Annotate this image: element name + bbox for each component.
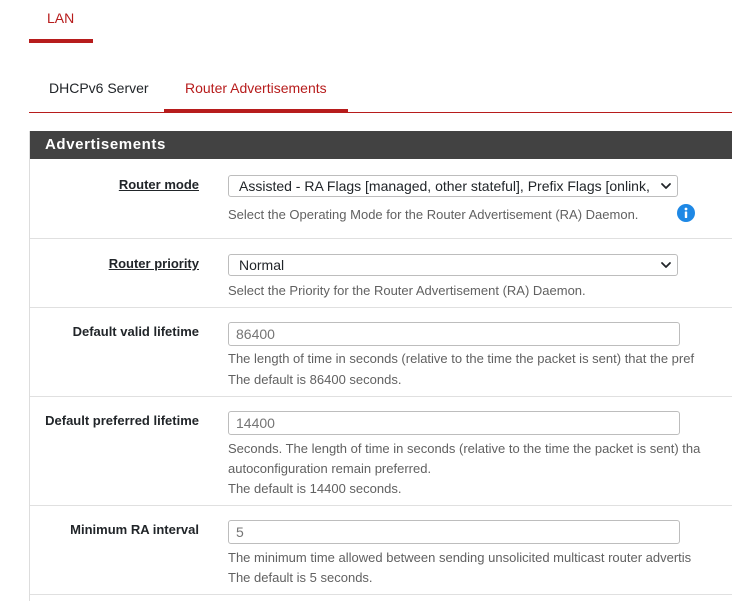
router-priority-help: Select the Priority for the Router Adver…: [228, 283, 586, 298]
default-preferred-lifetime-input[interactable]: 14400: [228, 411, 680, 435]
router-priority-label[interactable]: Router priority: [109, 256, 199, 271]
router-mode-select[interactable]: Assisted - RA Flags [managed, other stat…: [228, 175, 678, 197]
minimum-ra-interval-help-1: The minimum time allowed between sending…: [228, 550, 692, 565]
chevron-down-icon: [661, 183, 671, 189]
minimum-ra-interval-input[interactable]: 5: [228, 520, 680, 544]
default-preferred-lifetime-help-3: The default is 14400 seconds.: [228, 481, 402, 496]
router-mode-value: Assisted - RA Flags [managed, other stat…: [239, 178, 654, 194]
minimum-ra-interval-label: Minimum RA interval: [70, 522, 199, 537]
default-valid-lifetime-placeholder: 86400: [236, 326, 275, 342]
default-preferred-lifetime-label: Default preferred lifetime: [45, 413, 199, 428]
router-mode-help: Select the Operating Mode for the Router…: [228, 207, 639, 222]
default-valid-lifetime-help-1: The length of time in seconds (relative …: [228, 351, 695, 366]
default-preferred-lifetime-row: Default preferred lifetime 14400 Seconds…: [30, 397, 732, 506]
tab-dhcpv6-server-label: DHCPv6 Server: [49, 80, 149, 96]
router-mode-row: Router mode Assisted - RA Flags [managed…: [30, 159, 732, 239]
tab-router-advertisements[interactable]: Router Advertisements: [164, 70, 348, 113]
default-valid-lifetime-row: Default valid lifetime 86400 The length …: [30, 308, 732, 397]
active-subtab-indicator: [164, 109, 348, 113]
router-mode-label[interactable]: Router mode: [119, 177, 199, 192]
advertisements-panel: Advertisements Router mode Assisted - RA…: [29, 131, 732, 601]
info-circle-icon[interactable]: [677, 204, 695, 222]
tab-lan-label: LAN: [47, 10, 75, 26]
default-valid-lifetime-label: Default valid lifetime: [72, 324, 199, 339]
default-preferred-lifetime-help-2: autoconfiguration remain preferred.: [228, 461, 432, 476]
router-priority-select[interactable]: Normal: [228, 254, 678, 276]
tab-lan[interactable]: LAN: [29, 0, 93, 43]
minimum-ra-interval-placeholder: 5: [236, 524, 244, 540]
minimum-ra-interval-help-2: The default is 5 seconds.: [228, 570, 373, 585]
router-priority-row: Router priority Normal Select the Priori…: [30, 239, 732, 308]
default-valid-lifetime-help-2: The default is 86400 seconds.: [228, 372, 402, 387]
router-priority-value: Normal: [239, 257, 285, 273]
minimum-ra-interval-row: Minimum RA interval 5 The minimum time a…: [30, 506, 732, 595]
panel-title: Advertisements: [45, 136, 166, 153]
tab-router-advertisements-label: Router Advertisements: [185, 80, 327, 96]
tab-dhcpv6-server[interactable]: DHCPv6 Server: [29, 70, 164, 113]
panel-heading: Advertisements: [30, 131, 732, 159]
active-tab-indicator: [29, 39, 93, 43]
chevron-down-icon: [661, 262, 671, 268]
default-preferred-lifetime-help-1: Seconds. The length of time in seconds (…: [228, 441, 701, 456]
default-preferred-lifetime-placeholder: 14400: [236, 415, 275, 431]
default-valid-lifetime-input[interactable]: 86400: [228, 322, 680, 346]
